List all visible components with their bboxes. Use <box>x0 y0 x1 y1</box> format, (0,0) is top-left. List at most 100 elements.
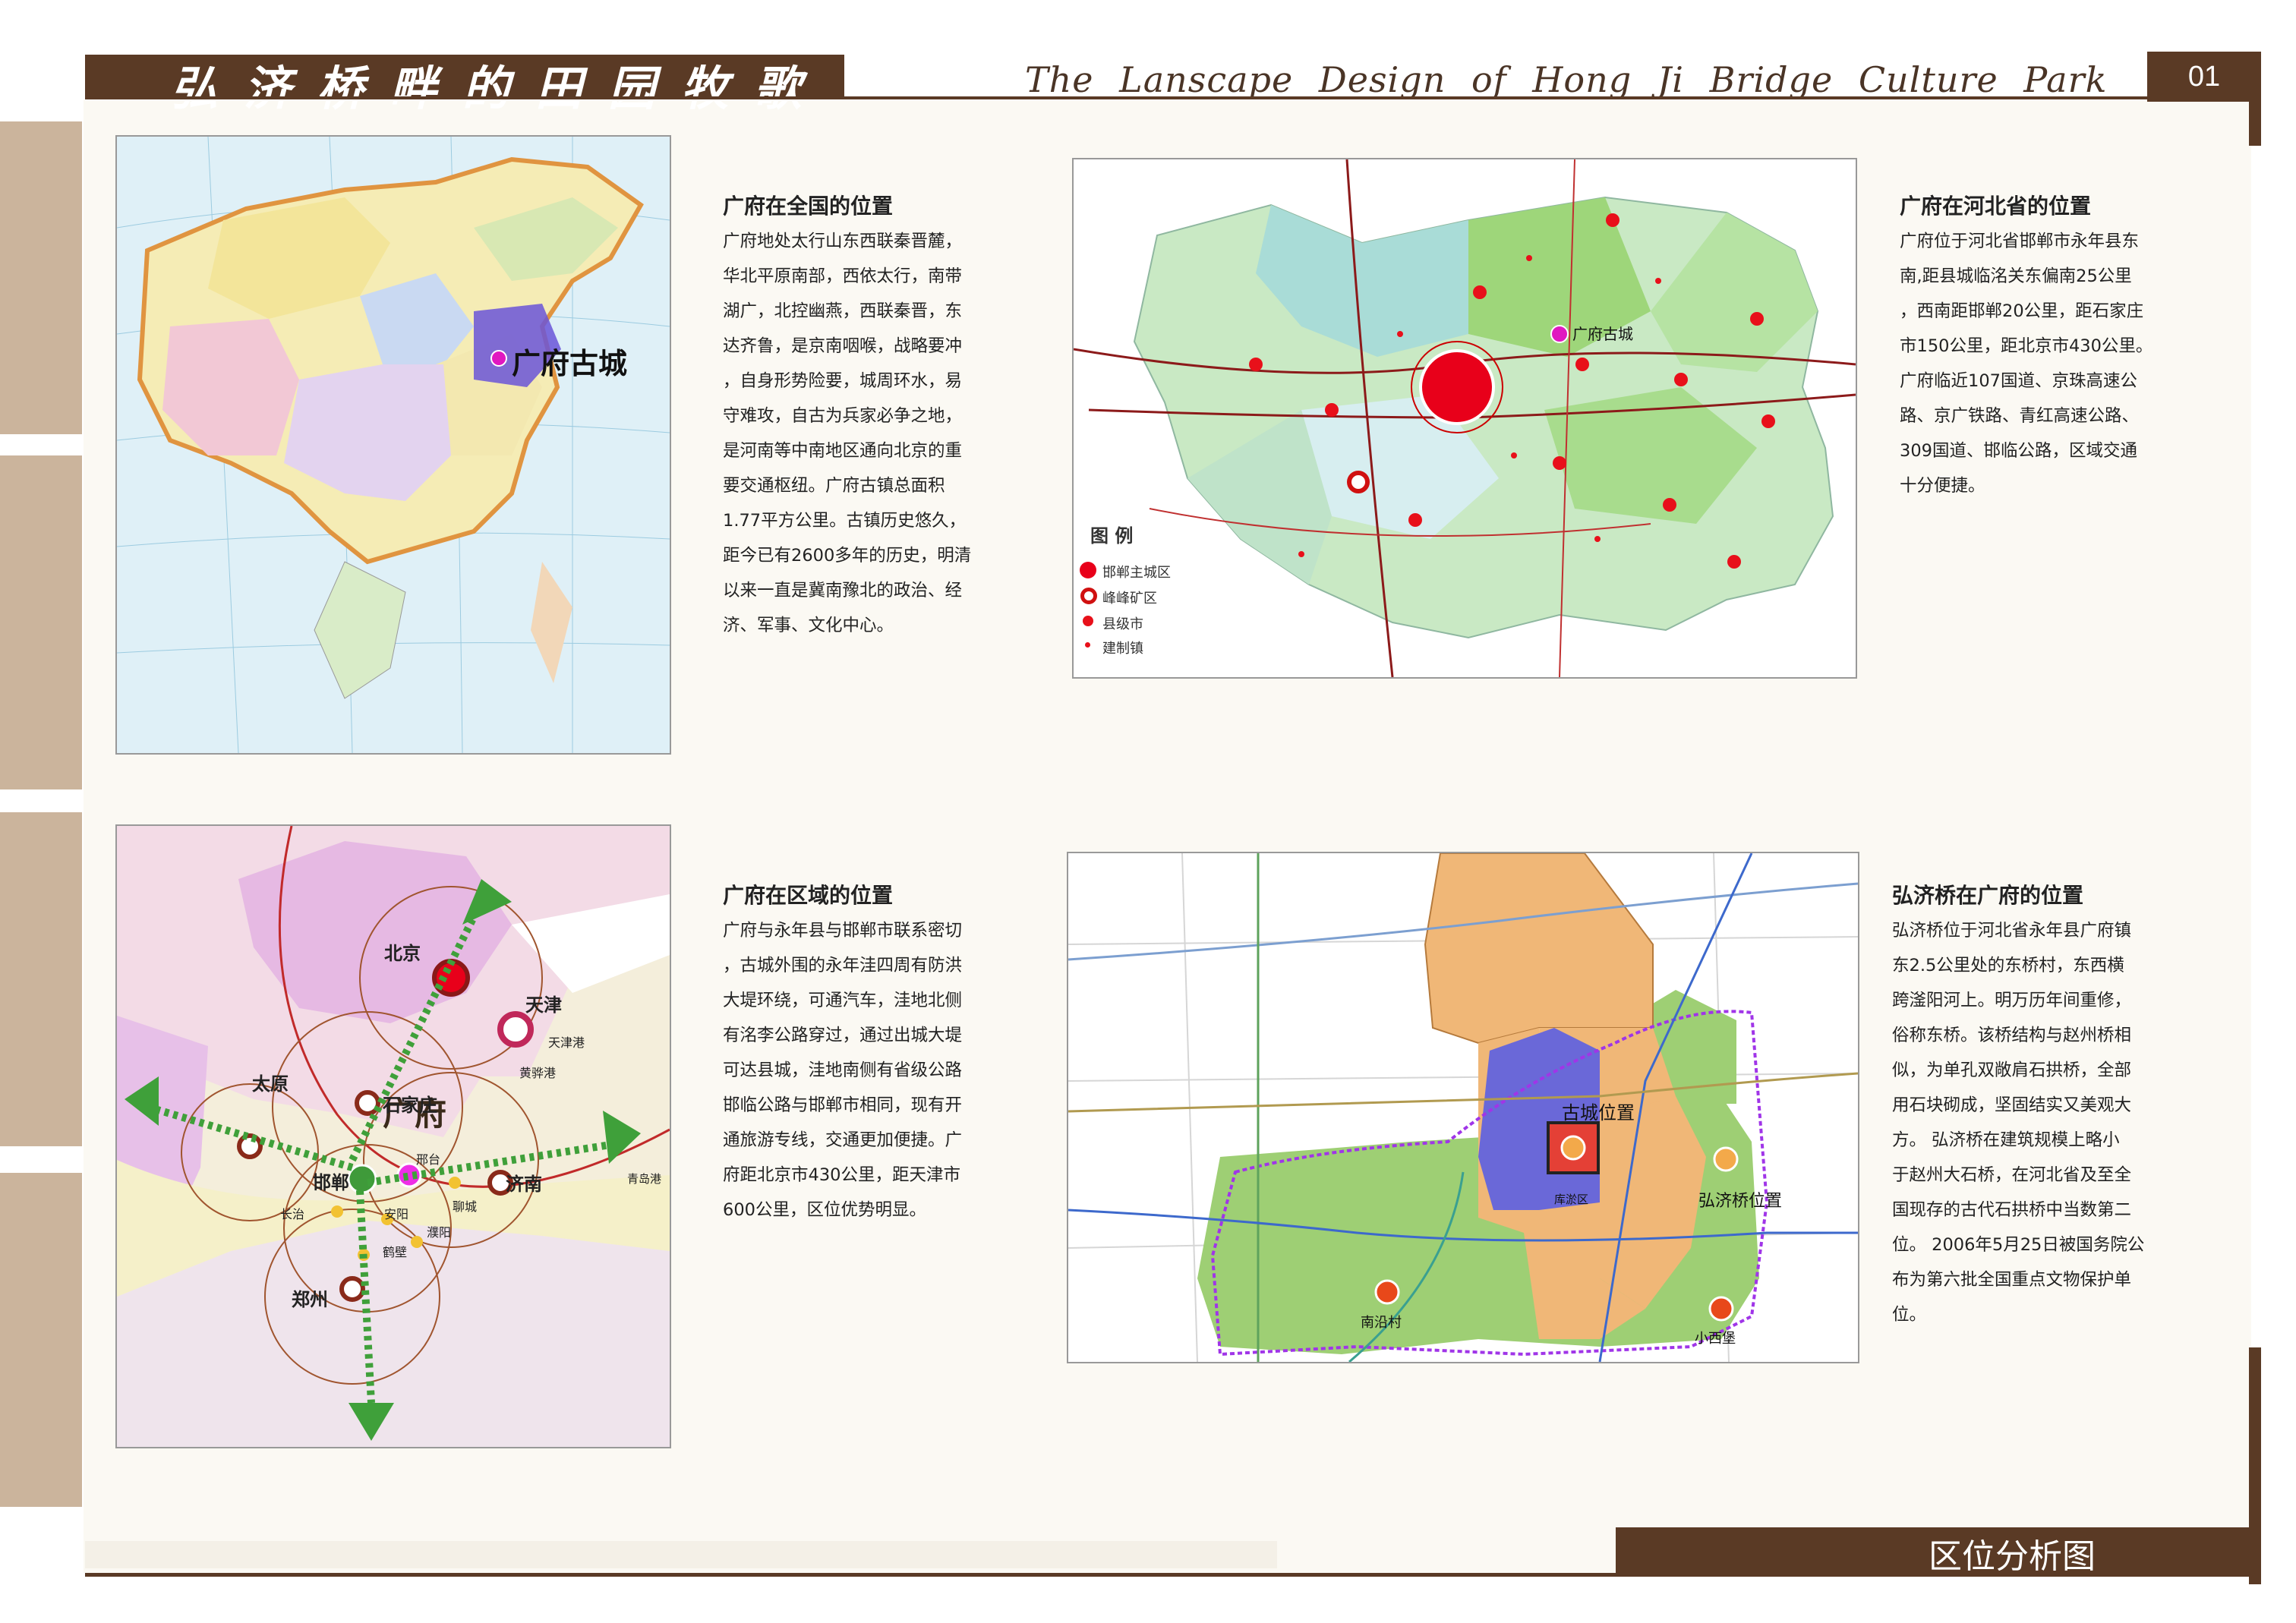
city-label: 天津港 <box>548 1035 585 1050</box>
text-line: 东2.5公里处的东桥村，东西横 <box>1892 956 2124 975</box>
legend-label: 峰峰矿区 <box>1102 591 1157 607</box>
text-line: 广府位于河北省邯郸市永年县东 <box>1900 232 2140 251</box>
text-line: 俗称东桥。该桥结构与赵州桥相 <box>1892 1026 2132 1045</box>
china-location-map: 广府古城 <box>115 135 671 755</box>
text-line: 通旅游专线，交通更加便捷。广 <box>723 1130 963 1150</box>
section-body-national: 广府地处太行山东西联秦晋麓， 华北平原南部，西依太行，南带 湖广，北控幽燕，西联… <box>723 224 971 643</box>
text-line: ，西南距邯郸20公里，距石家庄 <box>1900 301 2144 321</box>
bridge-label: 弘济桥位置 <box>1698 1192 1783 1211</box>
hebei-location-map: 广府古城 图 例 邯郸主城区 峰峰矿区 县级市 建制镇 <box>1072 158 1857 679</box>
city-label: 安阳 <box>384 1207 409 1221</box>
city-label: 石家庄 <box>383 1095 437 1116</box>
text-line: 是河南等中南地区通向北京的重 <box>723 441 963 461</box>
legend-label: 建制镇 <box>1102 641 1143 657</box>
text-line: 于赵州大石桥，在河北省及至全 <box>1892 1165 2132 1185</box>
text-line: 用石块砌成，坚固结实又美观大 <box>1892 1095 2132 1115</box>
city-label: 长治 <box>280 1207 305 1221</box>
guangfu-marker-label: 广府古城 <box>512 347 628 380</box>
legend-swatch-town <box>1085 642 1090 648</box>
region-location-map: 广府 北京 天津 天津港 太原 石家庄 黄骅港 邢台 邯郸 济南 青岛港 长治 … <box>115 824 671 1448</box>
text-line: 济、军事、文化中心。 <box>723 616 894 635</box>
text-line: 大堤环绕，可通汽车，洼地北侧 <box>723 991 963 1010</box>
local-map-graphic <box>1068 853 1858 1362</box>
city-label: 鹤壁 <box>383 1245 408 1259</box>
city-label: 太原 <box>252 1073 289 1095</box>
text-line: 可达县城，洼地南侧有省级公路 <box>723 1060 963 1080</box>
text-line: 广府临近107国道、京珠高速公 <box>1900 371 2137 391</box>
text-line: 要交通枢纽。广府古镇总面积 <box>723 476 945 496</box>
section-title-bridge: 弘济桥在广府的位置 <box>1892 883 2084 908</box>
bridge-location-map: 古城位置 弘济桥位置 南沿村 小西堡 库淤区 <box>1067 852 1859 1363</box>
map-legend: 图 例 邯郸主城区 峰峰矿区 县级市 建制镇 <box>1074 516 1187 677</box>
section-body-bridge: 弘济桥位于河北省永年县广府镇 东2.5公里处的东桥村，东西横 跨滏阳河上。明万历… <box>1892 913 2144 1332</box>
text-line: 十分便捷。 <box>1900 476 1985 496</box>
text-line: 布为第六批全国重点文物保护单 <box>1892 1270 2132 1290</box>
text-line: 有洺李公路穿过，通过出城大堤 <box>723 1026 963 1045</box>
legend-label: 邯郸主城区 <box>1102 565 1171 581</box>
legend-title: 图 例 <box>1090 525 1134 547</box>
guangfu-marker-label: 广府古城 <box>1572 325 1633 343</box>
text-line: 1.77平方公里。古镇历史悠久， <box>723 511 967 531</box>
text-line: 邯临公路与邯郸市相同，现有开 <box>723 1095 963 1115</box>
text-line: 国现存的古代石拱桥中当数第二 <box>1892 1200 2132 1220</box>
text-line: 府距北京市430公里，距天津市 <box>723 1165 960 1185</box>
city-label: 天津 <box>525 994 562 1016</box>
city-label: 青岛港 <box>627 1172 662 1186</box>
text-line: 距今已有2600多年的历史，明清 <box>723 546 972 566</box>
china-map-graphic <box>117 137 670 753</box>
city-label: 濮阳 <box>427 1225 452 1240</box>
section-body-hebei: 广府位于河北省邯郸市永年县东 南,距县城临洺关东偏南25公里 ，西南距邯郸20公… <box>1900 224 2152 503</box>
text-line: 守难攻，自古为兵家必争之地， <box>723 406 963 426</box>
text-line: 方。 弘济桥在建筑规模上略小 <box>1892 1130 2120 1150</box>
text-line: 广府与永年县与邯郸市联系密切 <box>723 921 963 941</box>
text-line: ，古城外围的永年洼四周有防洪 <box>723 956 963 975</box>
old-city-label: 古城位置 <box>1562 1102 1635 1123</box>
title-english: The Lanscape Design of Hong Ji Bridge Cu… <box>1025 59 2108 100</box>
region-map-graphic <box>117 826 670 1447</box>
text-line: 309国道、邯临公路，区域交通 <box>1900 441 2137 461</box>
city-label: 邢台 <box>416 1152 441 1167</box>
legend-label: 县级市 <box>1102 616 1143 632</box>
section-title-region: 广府在区域的位置 <box>723 883 894 908</box>
village-label: 小西堡 <box>1695 1331 1736 1347</box>
city-label: 济南 <box>506 1174 542 1195</box>
text-line: 跨滏阳河上。明万历年间重修， <box>1892 991 2132 1010</box>
header-rule <box>85 96 2247 99</box>
page-number: 01 <box>2147 52 2261 102</box>
side-tab <box>0 455 82 789</box>
text-line: 市150公里，距北京市430公里。 <box>1900 336 2153 356</box>
text-line: 位。 <box>1892 1305 1927 1325</box>
section-title-hebei: 广府在河北省的位置 <box>1900 194 2092 219</box>
text-line: 南,距县城临洺关东偏南25公里 <box>1900 266 2132 286</box>
text-line: 以来一直是冀南豫北的政治、经 <box>723 581 963 600</box>
text-line: 600公里，区位优势明显。 <box>723 1200 926 1220</box>
city-label: 黄骅港 <box>519 1066 557 1080</box>
city-label: 北京 <box>384 943 421 964</box>
section-body-region: 广府与永年县与邯郸市联系密切 ，古城外围的永年洼四周有防洪 大堤环绕，可通汽车，… <box>723 913 962 1227</box>
city-label: 邯郸 <box>313 1172 349 1193</box>
area-label: 库淤区 <box>1554 1193 1589 1206</box>
legend-swatch-county-city <box>1083 616 1093 626</box>
section-title-national: 广府在全国的位置 <box>723 194 894 219</box>
section-title: 区位分析图 <box>1929 1537 2096 1576</box>
hebei-map-graphic <box>1074 159 1856 677</box>
side-tab <box>0 812 82 1146</box>
title-chinese: 弘济桥畔的田园牧歌 <box>171 61 828 116</box>
footer-strip <box>85 1541 1277 1568</box>
city-label: 郑州 <box>292 1289 328 1310</box>
side-tab <box>0 121 82 434</box>
legend-swatch-main-city <box>1080 562 1096 578</box>
village-label: 南沿村 <box>1361 1315 1402 1331</box>
text-line: 达齐鲁，是京南咽喉，战略要冲 <box>723 336 963 356</box>
side-tab <box>0 1173 82 1507</box>
text-line: 弘济桥位于河北省永年县广府镇 <box>1892 921 2132 941</box>
text-line: 路、京广铁路、青红高速公路、 <box>1900 406 2140 426</box>
text-line: 似，为单孔双敞肩石拱桥，全部 <box>1892 1060 2132 1080</box>
text-line: 华北平原南部，西依太行，南带 <box>723 266 963 286</box>
city-label: 聊城 <box>453 1199 478 1214</box>
right-edge-bar <box>2249 53 2261 146</box>
text-line: ，自身形势险要，城周环水，易 <box>723 371 963 391</box>
text-line: 位。 2006年5月25日被国务院公 <box>1892 1235 2145 1255</box>
text-line: 广府地处太行山东西联秦晋麓， <box>723 232 963 251</box>
legend-swatch-mining-area <box>1080 588 1097 604</box>
